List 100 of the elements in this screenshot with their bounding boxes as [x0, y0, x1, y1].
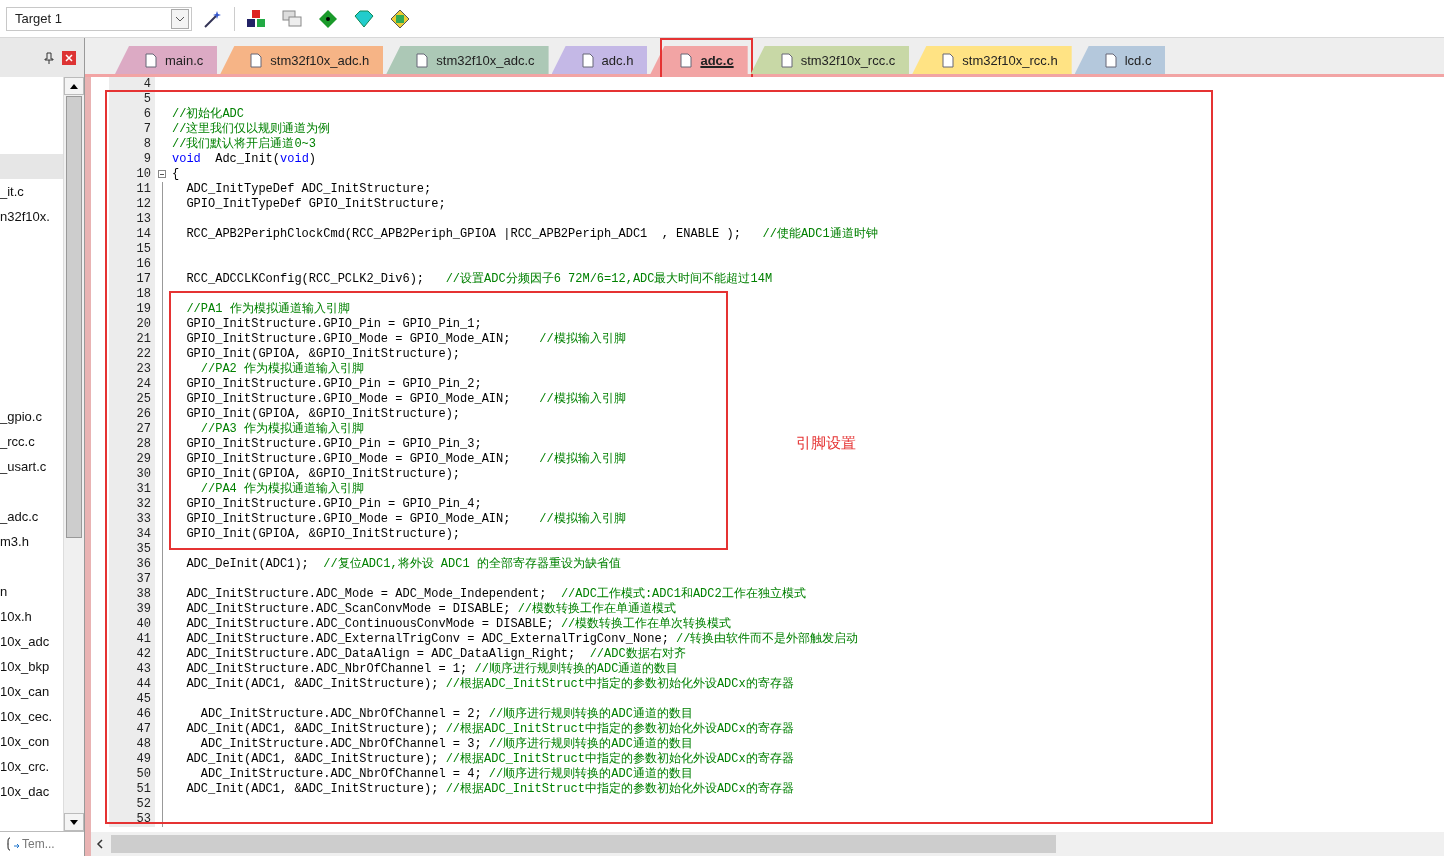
scrollbar-thumb[interactable]	[111, 835, 1056, 853]
line-number: 33	[109, 512, 155, 527]
file-tab[interactable]: stm32f10x_rcc.c	[750, 46, 910, 74]
line-number: 5	[109, 92, 155, 107]
code-line: GPIO_InitStructure.GPIO_Pin = GPIO_Pin_2;	[185, 377, 482, 392]
file-tab[interactable]: adc.h	[551, 46, 648, 74]
line-number: 13	[109, 212, 155, 227]
line-number: 20	[109, 317, 155, 332]
pin-icon[interactable]	[44, 51, 54, 64]
file-item[interactable]: _adc.c	[0, 504, 63, 529]
code-line: GPIO_InitTypeDef GPIO_InitStructure;	[185, 197, 446, 212]
code-line: ADC_InitStructure.ADC_ExternalTrigConv = ADC_ExternalTrigConv_None; //转换由软件而不是外部触发启动	[185, 632, 859, 647]
line-number: 51	[109, 782, 155, 797]
file-tab[interactable]: stm32f10x_adc.h	[220, 46, 384, 74]
code-line: RCC_APB2PeriphClockCmd(RCC_APB2Periph_GPIOA |RCC_APB2Periph_ADC1 , ENABLE ); //使能ADC1通道时钟	[185, 227, 878, 242]
file-tab[interactable]: main.c	[115, 46, 218, 74]
file-icon	[416, 52, 429, 68]
line-number: 21	[109, 332, 155, 347]
scroll-down-button[interactable]	[64, 813, 84, 831]
close-icon[interactable]	[62, 50, 76, 65]
code-comment: //这里我们仅以规则通道为例	[171, 122, 331, 137]
file-tab[interactable]: stm32f10x_rcc.h	[912, 46, 1072, 74]
code-line: ADC_Init(ADC1, &ADC_InitStructure); //根据ADC_InitStruct中指定的参数初始化外设ADCx的寄存器	[185, 782, 794, 797]
templates-tab[interactable]: Tem...	[0, 831, 84, 856]
file-item[interactable]: _it.c	[0, 179, 63, 204]
line-number: 12	[109, 197, 155, 212]
file-item[interactable]: 10x_con	[0, 729, 63, 754]
file-item[interactable]: 10x.h	[0, 604, 63, 629]
line-number: 50	[109, 767, 155, 782]
line-number: 31	[109, 482, 155, 497]
code-line: ADC_InitStructure.ADC_ScanConvMode = DISABLE; //模数转换工作在单通道模式	[185, 602, 677, 617]
line-number: 9	[109, 152, 155, 167]
code-comment: //我们默认将开启通道0~3	[171, 137, 316, 152]
line-number: 52	[109, 797, 155, 812]
code-line: ADC_InitStructure.ADC_NbrOfChannel = 2; //顺序进行规则转换的ADC通道的数目	[199, 707, 693, 722]
braces-icon	[6, 837, 20, 851]
annotation-text: 引脚设置	[796, 434, 856, 453]
line-number: 32	[109, 497, 155, 512]
file-item[interactable]: _gpio.c	[0, 404, 63, 429]
file-icon	[1104, 52, 1117, 68]
line-number: 48	[109, 737, 155, 752]
file-item[interactable]: _rcc.c	[0, 429, 63, 454]
scroll-left-icon[interactable]	[95, 839, 105, 849]
code-line: GPIO_Init(GPIOA, &GPIO_InitStructure);	[185, 527, 461, 542]
down-arrow-icon	[70, 819, 78, 825]
code-line: {	[171, 167, 180, 182]
line-number: 15	[109, 242, 155, 257]
line-number: 42	[109, 647, 155, 662]
diamond-icon[interactable]	[317, 7, 339, 30]
file-tab[interactable]: adc.c	[650, 46, 748, 74]
line-number: 14	[109, 227, 155, 242]
file-item[interactable]: 10x_bkp	[0, 654, 63, 679]
code-line: GPIO_InitStructure.GPIO_Mode = GPIO_Mode_AIN; //模拟输入引脚	[185, 512, 626, 527]
line-number: 46	[109, 707, 155, 722]
line-number: 27	[109, 422, 155, 437]
code-line: GPIO_InitStructure.GPIO_Pin = GPIO_Pin_3;	[185, 437, 482, 452]
code-line: GPIO_Init(GPIOA, &GPIO_InitStructure);	[185, 467, 461, 482]
code-line: ADC_Init(ADC1, &ADC_InitStructure); //根据ADC_InitStruct中指定的参数初始化外设ADCx的寄存器	[185, 677, 794, 692]
code-line: ADC_Init(ADC1, &ADC_InitStructure); //根据ADC_InitStruct中指定的参数初始化外设ADCx的寄存器	[185, 752, 794, 767]
file-item[interactable]: 10x_dac	[0, 779, 63, 804]
collapse-icon[interactable]	[158, 170, 166, 178]
code-line: ADC_InitStructure.ADC_Mode = ADC_Mode_Independent; //ADC工作模式:ADC1和ADC2工作在独立模式	[185, 587, 806, 602]
line-number: 19	[109, 302, 155, 317]
code-line: ADC_InitTypeDef ADC_InitStructure;	[185, 182, 432, 197]
chip-icon[interactable]	[389, 7, 411, 30]
line-number: 28	[109, 437, 155, 452]
code-line: ADC_Init(ADC1, &ADC_InitStructure); //根据ADC_InitStruct中指定的参数初始化外设ADCx的寄存器	[185, 722, 794, 737]
line-number: 43	[109, 662, 155, 677]
code-line: GPIO_Init(GPIOA, &GPIO_InitStructure);	[185, 407, 461, 422]
file-item[interactable]: 10x_crc.	[0, 754, 63, 779]
file-icon	[145, 52, 157, 68]
code-comment: //PA3 作为模拟通道输入引脚	[199, 422, 364, 437]
line-number: 36	[109, 557, 155, 572]
file-tab[interactable]: lcd.c	[1074, 46, 1166, 74]
file-icon	[942, 52, 955, 68]
line-number: 45	[109, 692, 155, 707]
line-number: 16	[109, 257, 155, 272]
code-line: ADC_InitStructure.ADC_NbrOfChannel = 3; //顺序进行规则转换的ADC通道的数目	[199, 737, 693, 752]
line-number: 35	[109, 542, 155, 557]
line-number: 8	[109, 137, 155, 152]
line-number: 22	[109, 347, 155, 362]
scrollbar-thumb[interactable]	[66, 96, 82, 538]
file-item[interactable]: m3.h	[0, 529, 63, 554]
file-tab[interactable]: stm32f10x_adc.c	[386, 46, 549, 74]
file-item[interactable]: n32f10x.	[0, 204, 63, 229]
code-comment: //PA2 作为模拟通道输入引脚	[199, 362, 364, 377]
blocks-icon[interactable]	[245, 7, 267, 30]
line-number: 40	[109, 617, 155, 632]
file-icon	[581, 52, 594, 68]
code-line: ADC_InitStructure.ADC_NbrOfChannel = 4; //顺序进行规则转换的ADC通道的数目	[199, 767, 693, 782]
file-item[interactable]: 10x_cec.	[0, 704, 63, 729]
code-line: GPIO_Init(GPIOA, &GPIO_InitStructure);	[185, 347, 461, 362]
file-item[interactable]: 10x_adc	[0, 629, 63, 654]
file-item[interactable]: n	[0, 579, 63, 604]
target-select[interactable]: Target 1	[6, 6, 192, 31]
scroll-up-button[interactable]	[64, 77, 84, 95]
file-item[interactable]: 10x_can	[0, 679, 63, 704]
gem-icon[interactable]	[353, 7, 375, 30]
file-icon	[250, 52, 263, 68]
file-item[interactable]: _usart.c	[0, 454, 63, 479]
